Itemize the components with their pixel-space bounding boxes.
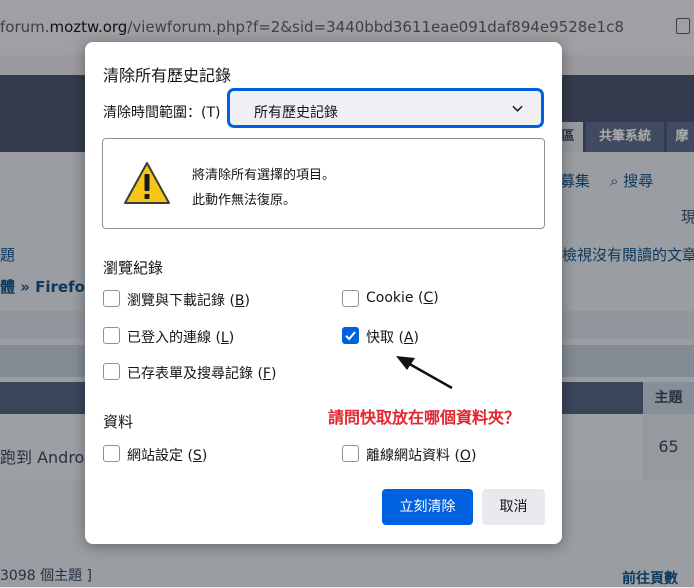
time-range-value: 所有歷史記錄 bbox=[254, 105, 338, 121]
cache-label[interactable]: 快取 (A) bbox=[366, 327, 419, 347]
form-search-history-label[interactable]: 已存表單及搜尋記錄 (F) bbox=[127, 363, 276, 383]
chevron-down-icon bbox=[512, 105, 523, 112]
site-settings-label[interactable]: 網站設定 (S) bbox=[127, 445, 207, 465]
clear-history-dialog: 清除所有歷史記錄 清除時間範圍：(T) 所有歷史記錄 將清除所有選擇的項目。 此… bbox=[85, 42, 562, 544]
data-section-heading: 資料 bbox=[103, 413, 134, 431]
cookie-label[interactable]: Cookie (C) bbox=[366, 290, 439, 306]
annotation-question: 請問快取放在哪個資料夾？ bbox=[328, 408, 521, 427]
clear-now-button[interactable]: 立刻清除 bbox=[382, 489, 473, 525]
cancel-button[interactable]: 取消 bbox=[482, 489, 545, 525]
browsing-history-checkbox[interactable] bbox=[103, 290, 120, 307]
cookie-checkbox[interactable] bbox=[342, 290, 359, 307]
warning-text-1: 將清除所有選擇的項目。 bbox=[192, 168, 336, 183]
site-settings-checkbox[interactable] bbox=[103, 445, 120, 462]
dialog-title: 清除所有歷史記錄 bbox=[103, 66, 232, 85]
history-section-heading: 瀏覽紀錄 bbox=[103, 259, 164, 277]
warning-box: 將清除所有選擇的項目。 此動作無法復原。 bbox=[102, 138, 545, 229]
checkmark-icon bbox=[345, 331, 356, 341]
annotation-arrow-icon bbox=[396, 356, 453, 390]
time-range-label: 清除時間範圍：(T) bbox=[103, 105, 221, 121]
warning-icon bbox=[124, 162, 170, 204]
offline-data-checkbox[interactable] bbox=[342, 445, 359, 462]
offline-data-label[interactable]: 離線網站資料 (O) bbox=[366, 445, 476, 465]
browsing-history-label[interactable]: 瀏覽與下載記錄 (B) bbox=[127, 290, 250, 310]
form-search-history-checkbox[interactable] bbox=[103, 363, 120, 380]
cache-checkbox[interactable] bbox=[342, 327, 359, 344]
active-logins-label[interactable]: 已登入的連線 (L) bbox=[127, 327, 234, 347]
active-logins-checkbox[interactable] bbox=[103, 327, 120, 344]
warning-text-2: 此動作無法復原。 bbox=[192, 193, 297, 208]
time-range-select[interactable]: 所有歷史記錄 bbox=[228, 89, 543, 127]
